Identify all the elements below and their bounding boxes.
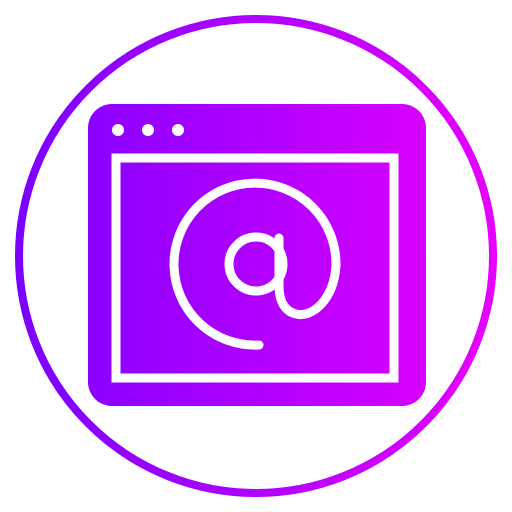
window-dot-icon	[172, 124, 184, 136]
window-dot-icon	[112, 124, 124, 136]
web-email-icon	[0, 0, 512, 512]
browser-window-icon	[88, 104, 426, 406]
window-dot-icon	[142, 124, 154, 136]
icon-canvas	[15, 15, 497, 497]
